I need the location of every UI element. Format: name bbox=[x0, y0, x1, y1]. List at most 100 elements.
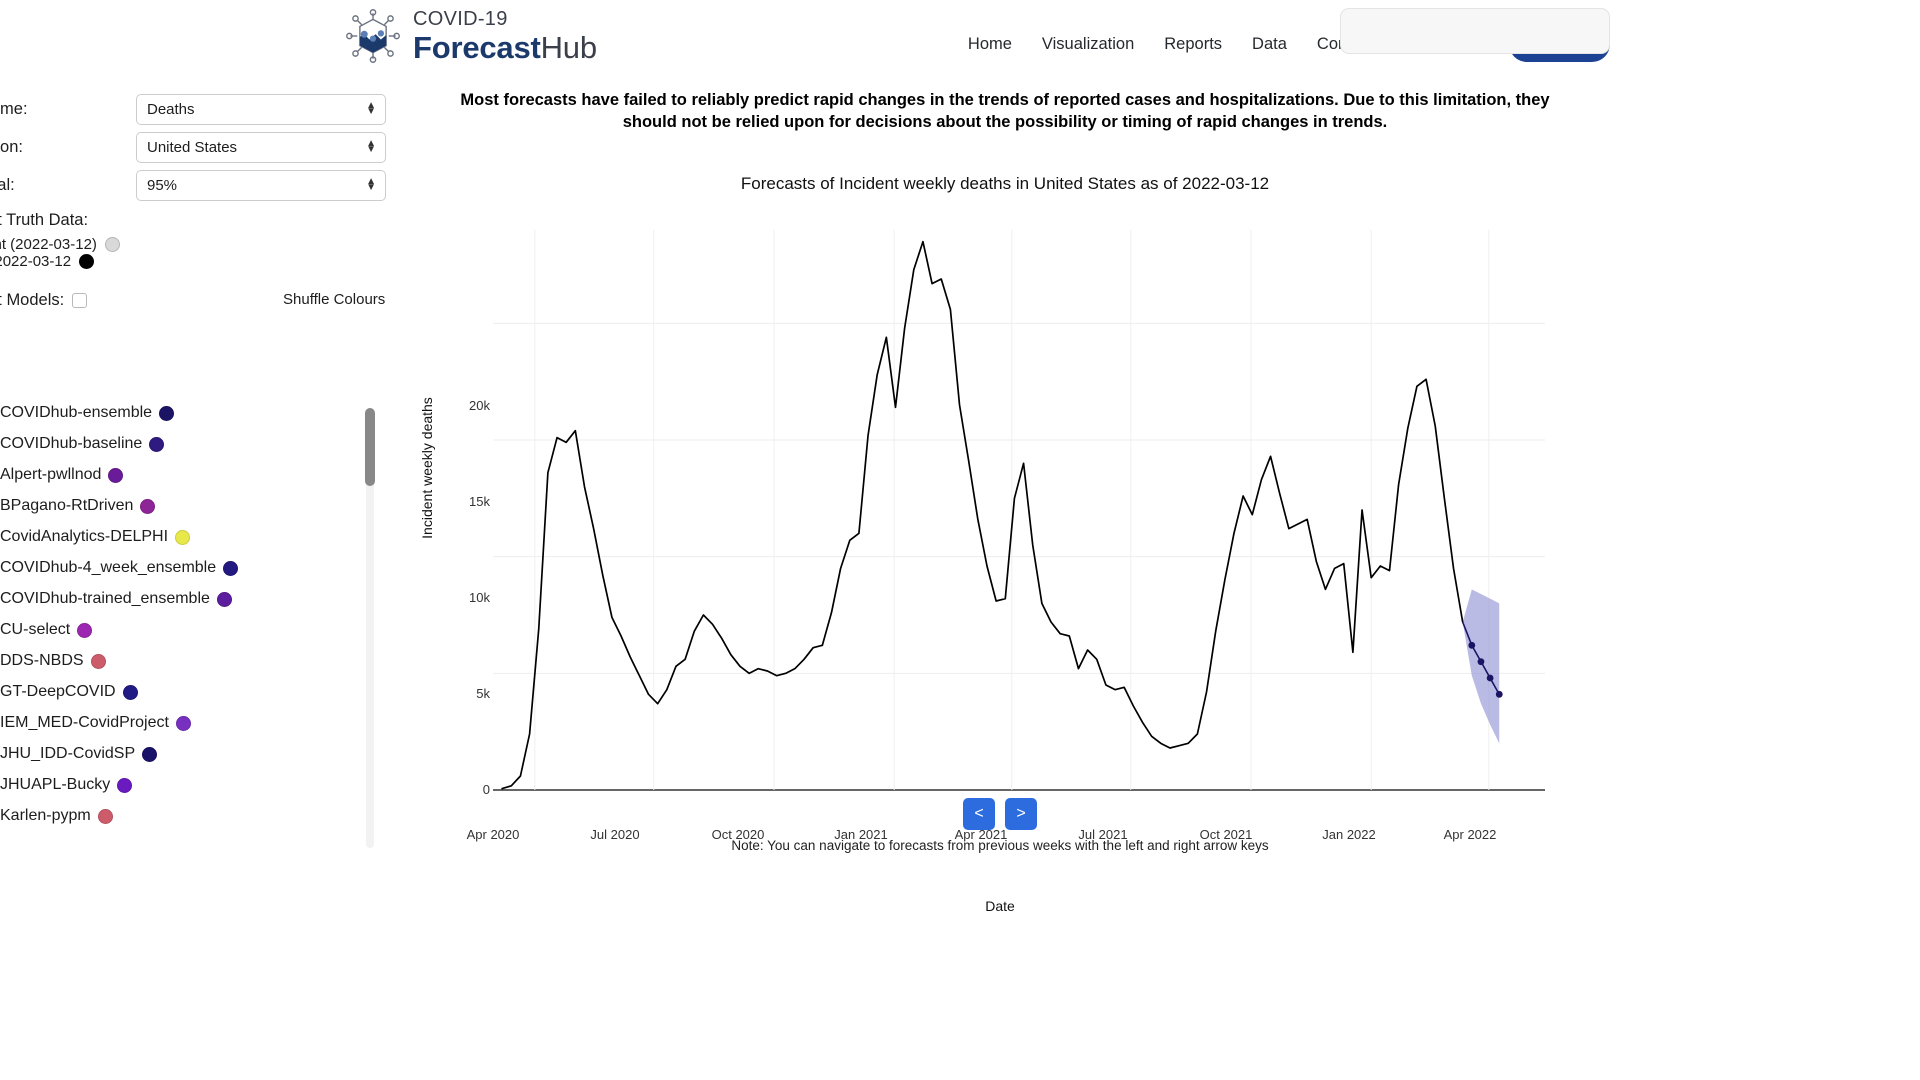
model-colour-swatch bbox=[216, 591, 232, 607]
next-week-button[interactable]: > bbox=[1005, 798, 1037, 830]
select-all-models-checkbox[interactable] bbox=[72, 293, 88, 308]
model-list[interactable]: COVIDhub-ensemble COVIDhub-baseline Alpe… bbox=[0, 404, 400, 852]
model-colour-swatch bbox=[90, 653, 106, 669]
model-colour-swatch bbox=[159, 405, 175, 421]
main-navigation: Home Visualization Reports Data Communit… bbox=[968, 8, 1610, 62]
model-item-iem-med-covidproject[interactable]: IEM_MED-CovidProject bbox=[0, 714, 191, 732]
location-control-row: Location: United States ▲▼ bbox=[0, 131, 470, 163]
chevron-updown-icon: ▲ ▼ bbox=[366, 138, 376, 155]
brand-covid19-text: COVID-19 bbox=[413, 8, 508, 30]
model-label: Alpert-pwllnod bbox=[0, 466, 102, 483]
main-content: Most forecasts have failed to reliably p… bbox=[419, 80, 1920, 1080]
nav-item-data[interactable]: Data bbox=[1252, 35, 1287, 54]
brand-wordmark: COVID-19 ForecastHub bbox=[413, 9, 597, 63]
navigation-note: Note: You can navigate to forecasts from… bbox=[731, 838, 1269, 853]
model-label: CovidAnalytics-DELPHI bbox=[0, 528, 169, 545]
shuffle-colours-button[interactable]: Shuffle Colours bbox=[283, 291, 385, 308]
model-colour-swatch bbox=[142, 746, 158, 762]
model-item-jhuapl-bucky[interactable]: JHUAPL-Bucky bbox=[0, 776, 133, 794]
model-colour-swatch bbox=[149, 436, 165, 452]
y-tick-label: 20k bbox=[469, 398, 490, 413]
forecast-chart[interactable]: Incident weekly deaths Date 20k 15k 10k … bbox=[419, 220, 1580, 914]
nav-item-home[interactable]: Home bbox=[968, 35, 1012, 54]
model-label: COVIDhub-baseline bbox=[0, 435, 143, 452]
interval-control-row: Interval: 95% ▲▼ bbox=[0, 169, 470, 201]
model-item-covidhub-trained-ensemble[interactable]: COVIDhub-trained_ensemble bbox=[0, 590, 232, 608]
interval-label: Interval: bbox=[0, 175, 15, 194]
week-navigation: < > bbox=[420, 798, 1580, 830]
location-select-value: United States bbox=[147, 138, 238, 156]
chevron-updown-icon: ▲ ▼ bbox=[366, 100, 376, 117]
previous-week-button[interactable]: < bbox=[963, 798, 995, 830]
model-label: COVIDhub-trained_ensemble bbox=[0, 590, 210, 607]
model-label: Karlen-pypm bbox=[0, 807, 91, 824]
forecast-warning-text: Most forecasts have failed to reliably p… bbox=[460, 91, 1550, 131]
model-item-bpagano-rtdriven[interactable]: BPagano-RtDriven bbox=[0, 497, 156, 515]
truth-data-heading: Select Truth Data: bbox=[0, 211, 89, 229]
model-colour-swatch bbox=[108, 467, 124, 483]
y-tick-label: 5k bbox=[476, 686, 490, 701]
model-label: CU-select bbox=[0, 621, 71, 638]
model-item-cu-select[interactable]: CU-select bbox=[0, 621, 93, 639]
truth-option-asof-label: As of 2022-03-12 bbox=[0, 253, 72, 270]
controls-sidebar: Outcome: Deaths ▲▼ Location: United Stat… bbox=[0, 86, 470, 1026]
interval-select[interactable]: 95% ▲ ▼ bbox=[136, 169, 386, 201]
model-colour-swatch bbox=[175, 715, 191, 731]
model-label: COVIDhub-4_week_ensemble bbox=[0, 559, 217, 576]
model-colour-swatch bbox=[97, 808, 113, 824]
model-label: COVIDhub-ensemble bbox=[0, 404, 153, 421]
model-item-covidhub-baseline[interactable]: COVIDhub-baseline bbox=[0, 435, 165, 453]
location-label: Location: bbox=[0, 137, 23, 156]
model-item-gt-deepcovid[interactable]: GT-DeepCOVID bbox=[0, 683, 138, 701]
model-item-covidanalytics-delphi[interactable]: CovidAnalytics-DELPHI bbox=[0, 528, 191, 546]
interval-select-value: 95% bbox=[147, 176, 178, 194]
outcome-label: Outcome: bbox=[0, 99, 28, 118]
model-item-covidhub-4-week-ensemble[interactable]: COVIDhub-4_week_ensemble bbox=[0, 559, 239, 577]
select-models-label: Select Models: bbox=[0, 291, 65, 309]
model-list-scrollbar-thumb[interactable] bbox=[365, 408, 375, 486]
model-item-karlen-pypm[interactable]: Karlen-pypm bbox=[0, 807, 113, 825]
location-select[interactable]: United States ▲ ▼ bbox=[136, 131, 386, 163]
model-colour-swatch bbox=[175, 529, 191, 545]
radio-unselected-icon bbox=[104, 237, 120, 252]
chart-title: Forecasts of Incident weekly deaths in U… bbox=[740, 174, 1270, 193]
model-item-dds-nbds[interactable]: DDS-NBDS bbox=[0, 652, 106, 670]
virus-logo-icon bbox=[346, 9, 400, 63]
model-label: JHUAPL-Bucky bbox=[0, 776, 111, 793]
y-axis-label: Incident weekly deaths bbox=[419, 397, 435, 539]
truth-option-current-label: Current (2022-03-12) bbox=[0, 236, 97, 253]
brand-hub-text: Hub bbox=[540, 30, 597, 65]
model-label: DDS-NBDS bbox=[0, 652, 84, 669]
model-label: BPagano-RtDriven bbox=[0, 497, 134, 514]
nav-item-visualization[interactable]: Visualization bbox=[1042, 35, 1134, 54]
model-item-covidhub-ensemble[interactable]: COVIDhub-ensemble bbox=[0, 404, 175, 422]
outcome-control-row: Outcome: Deaths ▲▼ bbox=[0, 93, 470, 125]
y-tick-label: 15k bbox=[469, 494, 490, 509]
model-label: GT-DeepCOVID bbox=[0, 683, 116, 700]
x-axis-label: Date bbox=[985, 898, 1015, 914]
model-item-alpert-pwllnod[interactable]: Alpert-pwllnod bbox=[0, 466, 124, 484]
truth-option-asof[interactable]: As of 2022-03-12 bbox=[0, 253, 95, 270]
model-colour-swatch bbox=[77, 622, 93, 638]
model-colour-swatch bbox=[117, 777, 133, 793]
chart-canvas bbox=[493, 230, 1545, 791]
radio-selected-icon bbox=[79, 254, 95, 269]
model-colour-swatch bbox=[140, 498, 156, 514]
y-tick-label: 0 bbox=[482, 782, 490, 797]
chevron-updown-icon: ▲ ▼ bbox=[366, 176, 376, 193]
brand-forecast-text: Forecast bbox=[413, 30, 541, 65]
model-item-jhu-idd-covidsp[interactable]: JHU_IDD-CovidSP bbox=[0, 745, 158, 763]
select-models-row[interactable]: Select Models: bbox=[0, 291, 88, 310]
model-colour-swatch bbox=[223, 560, 239, 576]
truth-option-current[interactable]: Current (2022-03-12) bbox=[0, 236, 120, 253]
outcome-select-value: Deaths bbox=[147, 100, 195, 118]
nav-item-reports[interactable]: Reports bbox=[1164, 35, 1222, 54]
model-label: IEM_MED-CovidProject bbox=[0, 714, 169, 731]
brand-logo-group[interactable]: COVID-19 ForecastHub bbox=[345, 8, 597, 64]
model-colour-swatch bbox=[122, 684, 138, 700]
outcome-select[interactable]: Deaths ▲ ▼ bbox=[136, 93, 386, 125]
y-tick-label: 10k bbox=[469, 590, 490, 605]
site-header: COVID-19 ForecastHub Home Visualization … bbox=[0, 0, 1920, 80]
model-label: JHU_IDD-CovidSP bbox=[0, 745, 136, 762]
header-popup-panel bbox=[1340, 8, 1610, 54]
